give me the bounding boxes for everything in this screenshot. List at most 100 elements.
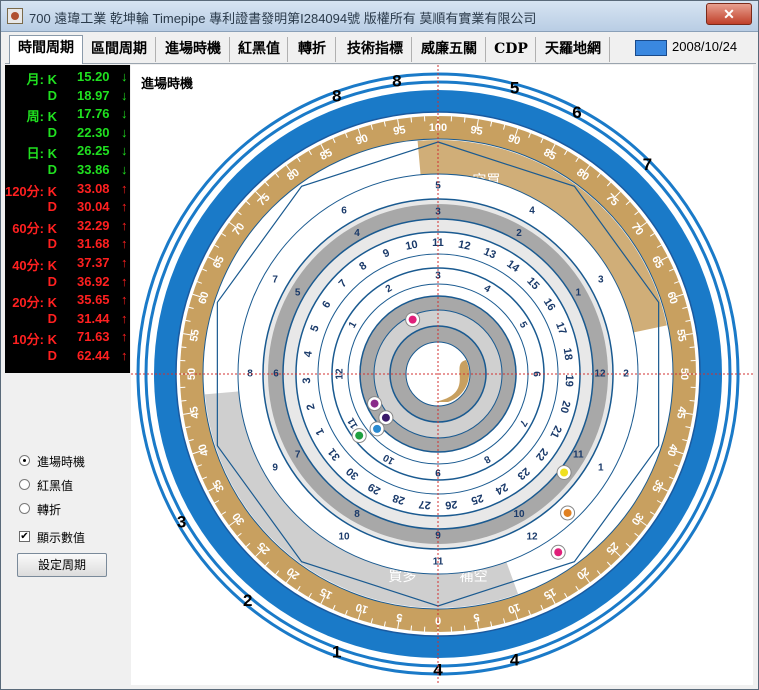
radio-dot	[19, 503, 30, 514]
tab-williams[interactable]: 威廉五關	[413, 37, 486, 62]
indicator-row: D 31.44 ↑	[5, 311, 130, 327]
indicator-label: D	[47, 162, 57, 177]
tab-time-cycle[interactable]: 時間周期	[9, 35, 83, 64]
indicator-value: 37.37	[77, 255, 110, 270]
planet-icon	[408, 315, 417, 324]
indicator-row: D 22.30 ↓	[5, 125, 130, 141]
hour-label: 3	[435, 271, 441, 282]
wheel-title: 進場時機	[141, 76, 194, 91]
check-mark-icon: ✔	[19, 531, 30, 542]
ring-a-label: 4	[529, 206, 535, 217]
ring-a-label: 1	[598, 463, 604, 474]
indicator-value: 31.68	[77, 236, 110, 252]
indicator-label: 周: K	[26, 109, 57, 125]
radio-dot	[19, 455, 30, 466]
radio-label: 紅黑值	[37, 479, 74, 493]
scale-label: 45	[188, 405, 202, 419]
ring-b-label: 1	[576, 288, 582, 299]
scale-label: 95	[393, 124, 407, 138]
trend-arrow-icon: ↓	[121, 162, 128, 177]
date-label: 3	[301, 377, 313, 384]
date-label: 18	[561, 347, 575, 361]
ring-b-label: 7	[295, 450, 301, 461]
color-swatch	[635, 40, 667, 56]
close-button[interactable]: ✕	[706, 3, 752, 25]
scale-label: 100	[429, 122, 447, 134]
planet-icon	[560, 468, 569, 477]
ring-a-label: 7	[272, 275, 278, 286]
indicator-value: 26.25	[77, 143, 110, 159]
scale-tick	[689, 399, 695, 402]
outer-number: 6	[572, 103, 581, 122]
planet-icon	[554, 548, 563, 557]
outer-number: 1	[332, 643, 341, 662]
tab-entry-timing[interactable]: 進場時機	[157, 37, 230, 62]
indicator-label: 120分: K	[4, 183, 57, 199]
indicator-row: 120分: K 33.08 ↑	[4, 180, 130, 199]
indicator-row: D 62.44 ↑	[5, 348, 130, 364]
set-cycle-button[interactable]: 設定周期	[17, 553, 107, 577]
trend-arrow-icon: ↑	[121, 236, 128, 252]
indicator-value: 15.20	[77, 69, 110, 84]
outer-number: 2	[243, 591, 252, 610]
ring-b-label: 9	[435, 531, 441, 542]
scale-tick	[689, 346, 695, 349]
ring-b-label: 8	[354, 509, 360, 520]
date-display[interactable]: 2008/10/24	[635, 39, 755, 57]
indicator-row: 10分: K 71.63 ↑	[5, 329, 130, 347]
trend-arrow-icon: ↑	[121, 255, 128, 270]
trend-arrow-icon: ↑	[121, 292, 128, 308]
indicator-row: 20分: K 35.65 ↑	[5, 292, 130, 311]
indicator-label: D	[47, 273, 57, 289]
indicator-row: D 31.68 ↑	[5, 236, 130, 252]
title-bar[interactable]: 700 遠瑋工業 乾坤輪 Timepipe 專利證書發明第I284094號 版權…	[1, 1, 758, 32]
trend-arrow-icon: ↓	[121, 143, 128, 159]
timepipe-wheel: 100 9590858075706560555045403530252015105…	[131, 65, 753, 685]
indicator-row: D 30.04 ↑	[5, 199, 130, 215]
trend-arrow-icon: ↑	[121, 217, 128, 233]
scale-label: 95	[469, 124, 483, 138]
indicator-value: 36.92	[77, 273, 110, 289]
indicator-row: 日: K 26.25 ↓	[5, 143, 130, 161]
trend-arrow-icon: ↑	[121, 180, 128, 196]
scale-tick	[181, 346, 187, 349]
trend-arrow-icon: ↑	[121, 310, 128, 326]
ring-b-label: 11	[573, 450, 584, 461]
control-panel: 進場時機 紅黑值 轉折 ✔ 顯示數值 設定周期	[5, 373, 130, 685]
ring-a-label: 9	[272, 463, 278, 474]
tab-technical[interactable]: 技術指標	[339, 37, 412, 62]
tab-range-cycle[interactable]: 區間周期	[83, 37, 156, 62]
tab-cdp[interactable]: CDP	[487, 37, 536, 62]
outer-number: 7	[643, 155, 652, 174]
app-window: 700 遠瑋工業 乾坤輪 Timepipe 專利證書發明第I284094號 版權…	[0, 0, 759, 690]
indicator-row: 月: K 15.20 ↓	[5, 69, 130, 87]
radio-label: 進場時機	[37, 455, 86, 469]
ring-b-label: 10	[513, 509, 525, 520]
outer-number: 5	[510, 79, 519, 98]
scale-tick	[410, 117, 413, 123]
tab-red-black[interactable]: 紅黑值	[231, 37, 288, 62]
tab-net[interactable]: 天羅地網	[537, 37, 610, 62]
indicator-value: 33.86	[77, 162, 110, 177]
ring-b-label: 3	[435, 207, 441, 218]
date-label: 27	[418, 498, 431, 511]
indicator-row: D 33.86 ↓	[5, 162, 130, 178]
indicator-label: 40分: K	[12, 258, 57, 273]
indicator-value: 33.08	[77, 180, 110, 196]
tab-turning[interactable]: 轉折	[289, 37, 336, 62]
app-icon	[7, 8, 23, 24]
indicator-label: 20分: K	[12, 295, 57, 311]
outer-number: 8	[392, 71, 401, 90]
scale-tick	[181, 399, 187, 402]
indicator-row: 40分: K 37.37 ↑	[5, 255, 130, 273]
outer-number: 3	[177, 513, 186, 532]
ring-b-label: 5	[295, 288, 301, 299]
trend-arrow-icon: ↑	[121, 329, 128, 345]
planet-icon	[373, 424, 382, 433]
indicator-value: 18.97	[77, 87, 110, 103]
planet-icon	[381, 413, 390, 422]
scale-label: 55	[674, 329, 688, 343]
indicator-value: 30.04	[77, 199, 110, 215]
scale-label: 55	[188, 329, 202, 343]
indicator-row: D 18.97 ↓	[5, 88, 130, 104]
